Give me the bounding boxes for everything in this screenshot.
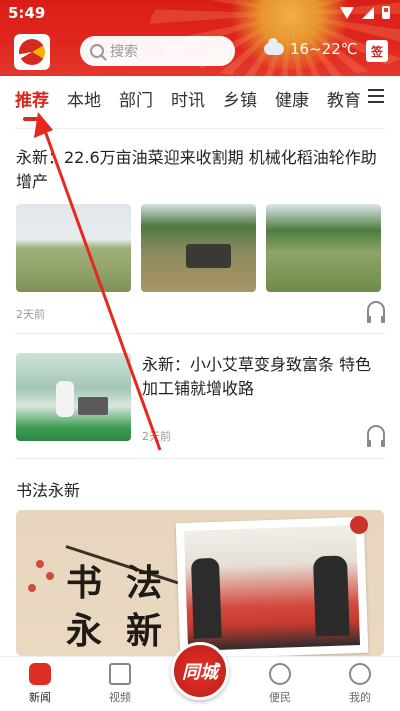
blossom <box>46 572 54 580</box>
wifi-icon <box>340 6 354 19</box>
tab-local[interactable]: 本地 <box>67 86 101 111</box>
calligraphy-text: 书 法 永 新 <box>28 540 186 652</box>
banner-photo <box>175 516 369 656</box>
tab-township[interactable]: 乡镇 <box>223 86 257 111</box>
status-bar: 5:49 <box>0 0 400 26</box>
category-tabs: 推荐 本地 部门 时讯 乡镇 健康 教育 <box>0 78 400 121</box>
cloud-icon <box>264 38 284 55</box>
active-tab-indicator <box>23 116 43 121</box>
status-icons <box>340 6 390 19</box>
nav-profile[interactable]: 我的 <box>330 663 390 705</box>
article-image[interactable] <box>141 204 256 292</box>
nav-label: 我的 <box>349 691 371 704</box>
tab-label: 部门 <box>119 90 153 111</box>
tab-label: 推荐 <box>15 90 49 111</box>
nav-label: 便民 <box>269 691 291 704</box>
tab-label: 时讯 <box>171 90 205 111</box>
search-placeholder: 搜索 <box>110 44 138 60</box>
calligraphy-event-photo <box>183 525 361 651</box>
profile-icon <box>349 663 371 685</box>
video-icon <box>109 663 131 685</box>
tab-news[interactable]: 时讯 <box>171 86 205 111</box>
app-header: 5:49 搜索 16~22℃ 签 <box>0 0 400 76</box>
weather-temperature: 16~22℃ <box>290 40 358 58</box>
article-time: 2天前 <box>142 430 171 443</box>
audio-icon[interactable] <box>367 301 385 323</box>
signin-icon: 签 <box>370 44 383 59</box>
tab-recommend[interactable]: 推荐 <box>15 86 49 121</box>
seal-decoration <box>350 516 368 534</box>
calligraphy-char: 法 <box>126 562 163 604</box>
tab-label: 教育 <box>327 90 361 111</box>
news-icon <box>29 663 51 685</box>
weather-widget[interactable]: 16~22℃ <box>264 38 358 58</box>
nav-service[interactable]: 便民 <box>250 663 310 705</box>
article-image[interactable] <box>266 204 381 292</box>
calligraphy-banner[interactable]: 书 法 永 新 <box>16 510 384 656</box>
search-icon <box>90 44 104 58</box>
article-title[interactable]: 永新：小小艾草变身致富条 特色加工铺就增收路 <box>142 353 387 401</box>
divider <box>15 333 385 334</box>
article-thumbnails[interactable] <box>16 204 381 292</box>
tab-education[interactable]: 教育 <box>327 86 361 111</box>
app-logo[interactable] <box>14 34 50 70</box>
article-image[interactable] <box>16 353 131 441</box>
service-icon <box>269 663 291 685</box>
nav-label: 视频 <box>109 691 131 704</box>
calligraphy-char: 书 <box>66 562 103 604</box>
article-time: 2天前 <box>16 308 45 321</box>
divider <box>15 128 385 129</box>
nav-video[interactable]: 视频 <box>90 663 150 705</box>
blossom <box>36 560 44 568</box>
blossom <box>28 584 36 592</box>
status-time: 5:49 <box>8 4 46 22</box>
audio-icon[interactable] <box>367 425 385 447</box>
section-title: 书法永新 <box>16 481 81 500</box>
menu-icon[interactable] <box>368 89 384 103</box>
battery-icon <box>382 6 390 19</box>
divider <box>15 458 385 459</box>
tab-health[interactable]: 健康 <box>275 86 309 111</box>
tab-label: 本地 <box>67 90 101 111</box>
search-input[interactable]: 搜索 <box>80 36 235 66</box>
signin-button[interactable]: 签 <box>366 40 388 62</box>
calligraphy-char: 新 <box>126 610 163 652</box>
calligraphy-char: 永 <box>66 610 103 652</box>
article-title[interactable]: 永新：22.6万亩油菜迎来收割期 机械化稻油轮作助增产 <box>16 146 386 194</box>
signal-icon <box>362 6 374 19</box>
city-icon: 同城 <box>182 662 218 683</box>
tab-label: 健康 <box>275 90 309 111</box>
nav-label: 新闻 <box>29 691 51 704</box>
tab-label: 乡镇 <box>223 90 257 111</box>
nav-city-button[interactable]: 同城 <box>171 642 229 700</box>
tab-department[interactable]: 部门 <box>119 86 153 111</box>
article-image[interactable] <box>16 204 131 292</box>
nav-news[interactable]: 新闻 <box>10 663 70 705</box>
logo-icon <box>19 39 45 65</box>
